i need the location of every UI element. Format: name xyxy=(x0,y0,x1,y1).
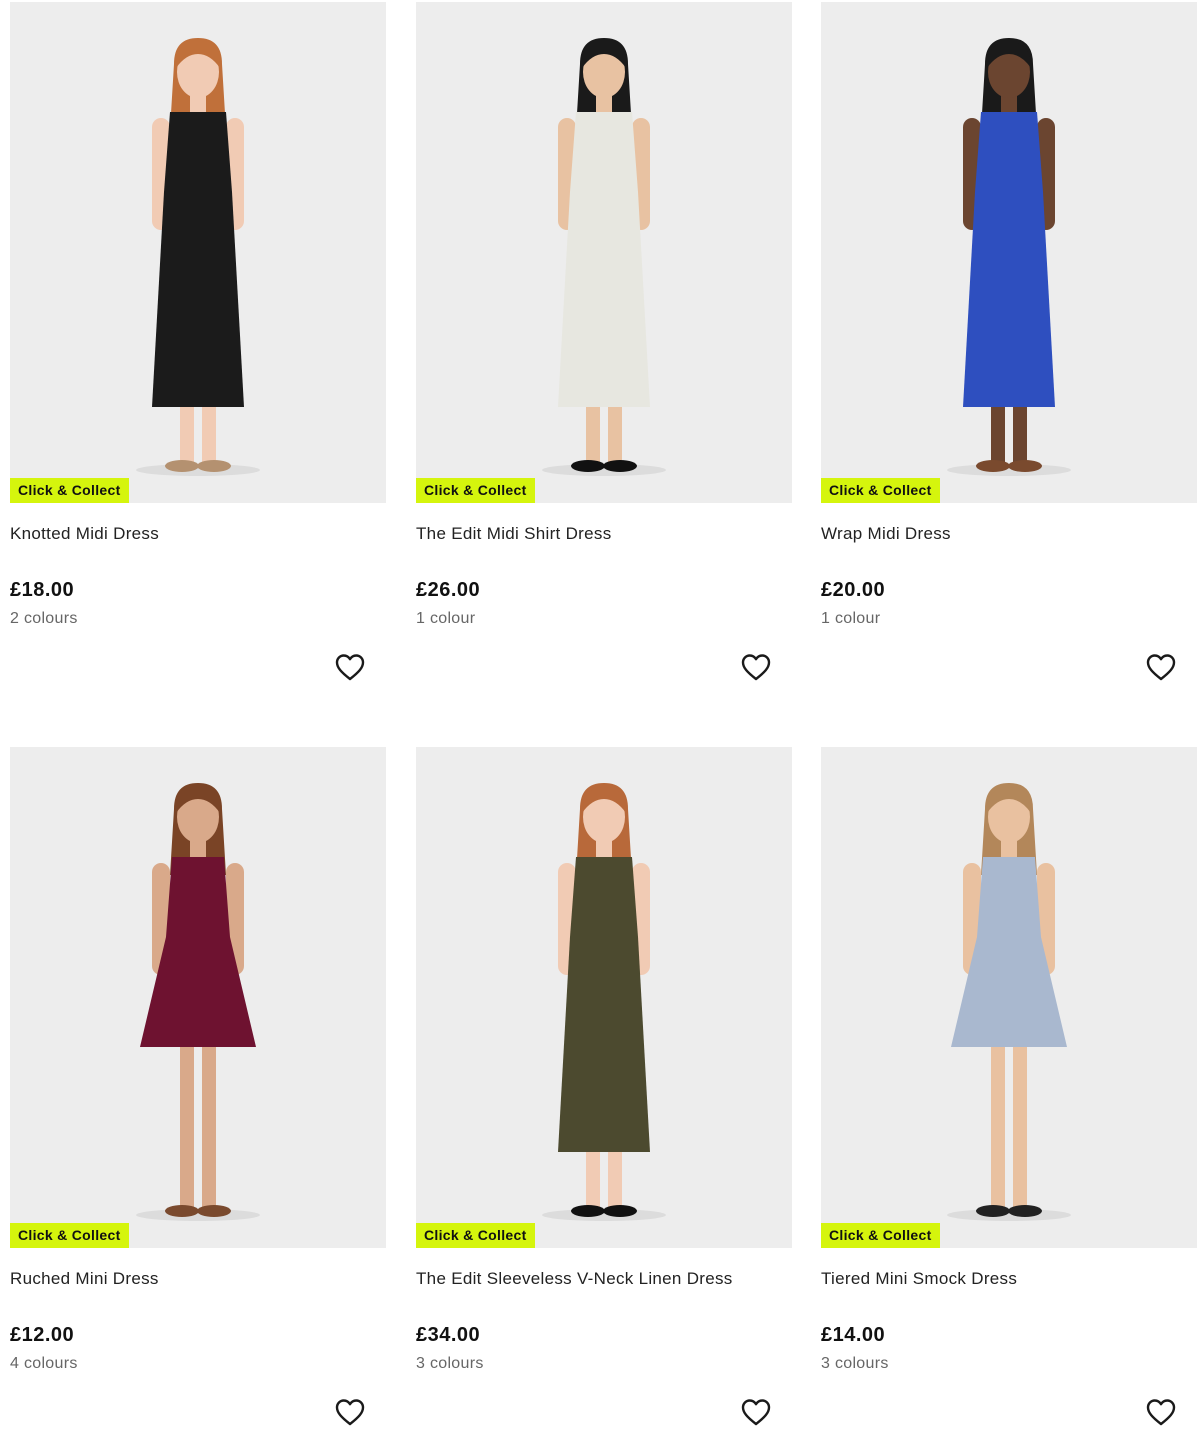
model-photo xyxy=(542,38,666,476)
colour-count: 3 colours xyxy=(821,1355,889,1372)
product-card[interactable]: Click & Collect Tiered Mini Smock Dress … xyxy=(821,747,1197,1429)
heart-icon xyxy=(1146,654,1176,681)
product-name[interactable]: Ruched Mini Dress xyxy=(10,1269,159,1289)
click-collect-badge: Click & Collect xyxy=(10,478,129,503)
product-price: £12.00 xyxy=(10,1324,75,1346)
wishlist-heart-icon[interactable] xyxy=(334,1397,368,1427)
product-price: £18.00 xyxy=(10,579,75,601)
heart-icon xyxy=(335,1399,365,1426)
colour-count: 4 colours xyxy=(10,1355,78,1372)
heart-icon xyxy=(741,654,771,681)
click-collect-badge: Click & Collect xyxy=(416,1223,535,1248)
product-card[interactable]: Click & Collect The Edit Sleeveless V-Ne… xyxy=(416,747,792,1429)
wishlist-heart-icon[interactable] xyxy=(740,652,774,682)
product-price: £20.00 xyxy=(821,579,886,601)
heart-icon xyxy=(1146,1399,1176,1426)
model-photo xyxy=(947,38,1071,476)
product-image[interactable]: Click & Collect xyxy=(416,2,792,503)
product-name[interactable]: The Edit Sleeveless V-Neck Linen Dress xyxy=(416,1269,733,1289)
product-card[interactable]: Click & Collect The Edit Midi Shirt Dres… xyxy=(416,2,792,692)
wishlist-heart-icon[interactable] xyxy=(1145,1397,1179,1427)
wishlist-heart-icon[interactable] xyxy=(740,1397,774,1427)
product-card[interactable]: Click & Collect Knotted Midi Dress £18.0… xyxy=(10,2,386,692)
model-photo xyxy=(947,783,1071,1221)
colour-count: 2 colours xyxy=(10,610,78,627)
product-name[interactable]: Tiered Mini Smock Dress xyxy=(821,1269,1017,1289)
colour-count: 1 colour xyxy=(416,610,476,627)
product-name[interactable]: Knotted Midi Dress xyxy=(10,524,159,544)
wishlist-heart-icon[interactable] xyxy=(334,652,368,682)
product-image[interactable]: Click & Collect xyxy=(821,747,1197,1248)
product-name[interactable]: Wrap Midi Dress xyxy=(821,524,951,544)
product-card[interactable]: Click & Collect Wrap Midi Dress £20.00 1… xyxy=(821,2,1197,692)
product-price: £14.00 xyxy=(821,1324,886,1346)
heart-icon xyxy=(335,654,365,681)
click-collect-badge: Click & Collect xyxy=(821,478,940,503)
model-photo xyxy=(542,783,666,1221)
click-collect-badge: Click & Collect xyxy=(10,1223,129,1248)
model-photo xyxy=(136,38,260,476)
product-image[interactable]: Click & Collect xyxy=(10,747,386,1248)
product-name[interactable]: The Edit Midi Shirt Dress xyxy=(416,524,612,544)
product-image[interactable]: Click & Collect xyxy=(821,2,1197,503)
product-price: £26.00 xyxy=(416,579,481,601)
colour-count: 3 colours xyxy=(416,1355,484,1372)
click-collect-badge: Click & Collect xyxy=(416,478,535,503)
colour-count: 1 colour xyxy=(821,610,881,627)
product-price: £34.00 xyxy=(416,1324,481,1346)
wishlist-heart-icon[interactable] xyxy=(1145,652,1179,682)
product-image[interactable]: Click & Collect xyxy=(10,2,386,503)
product-image[interactable]: Click & Collect xyxy=(416,747,792,1248)
heart-icon xyxy=(741,1399,771,1426)
click-collect-badge: Click & Collect xyxy=(821,1223,940,1248)
product-card[interactable]: Click & Collect Ruched Mini Dress £12.00… xyxy=(10,747,386,1429)
model-photo xyxy=(136,783,260,1221)
